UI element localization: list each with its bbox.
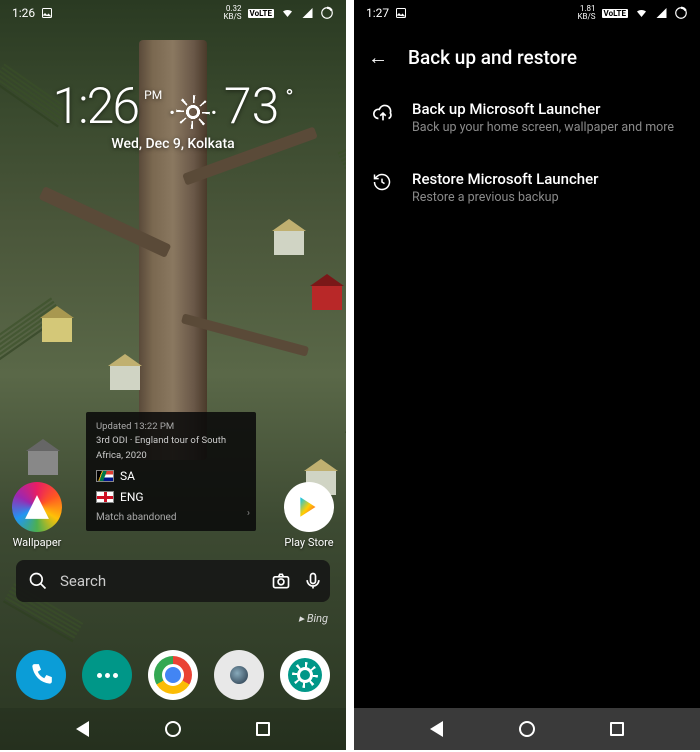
nav-home[interactable] [165, 721, 181, 737]
status-bar: 1:26 0.32KB/S VoLTE [0, 0, 346, 26]
wifi-icon [280, 7, 295, 19]
back-button[interactable]: ← [368, 45, 388, 70]
image-icon [41, 7, 53, 19]
match-status: Match abandoned [96, 510, 246, 525]
dock-chrome[interactable] [148, 650, 198, 700]
cloud-upload-icon [372, 102, 394, 137]
menu-sub: Back up your home screen, wallpaper and … [412, 120, 682, 137]
flag-eng-icon [96, 491, 114, 503]
date-location: Wed, Dec 9, Kolkata [0, 136, 346, 152]
app-dock [0, 644, 346, 706]
dock-messages[interactable] [82, 650, 132, 700]
menu-title: Back up Microsoft Launcher [412, 100, 682, 118]
nav-home[interactable] [519, 721, 535, 737]
data-speed: 0.32KB/S [223, 5, 241, 21]
app-bar: ← Back up and restore [354, 30, 700, 84]
nav-recents[interactable] [256, 722, 270, 736]
sun-icon [182, 101, 204, 123]
signal-icon [301, 7, 314, 19]
nav-back[interactable] [430, 721, 443, 737]
battery-icon [674, 6, 688, 20]
play-store-icon [284, 482, 334, 532]
search-bar[interactable] [16, 560, 330, 602]
nav-bar [0, 708, 346, 750]
status-time: 1:27 [366, 6, 389, 20]
wifi-icon [634, 7, 649, 19]
menu-title: Restore Microsoft Launcher [412, 170, 682, 188]
team-row-eng: ENG [96, 488, 246, 506]
menu-item-restore[interactable]: Restore Microsoft Launcher Restore a pre… [354, 158, 700, 219]
camera-icon[interactable] [271, 571, 291, 591]
cricket-score-card[interactable]: Updated 13:22 PM 3rd ODI · England tour … [86, 412, 256, 531]
volte-badge: VoLTE [602, 9, 628, 18]
nav-recents[interactable] [610, 722, 624, 736]
app-play-store[interactable]: Play Store [284, 482, 334, 549]
status-time: 1:26 [12, 6, 35, 20]
battery-icon [320, 6, 334, 20]
card-title: 3rd ODI · England tour of South Africa, … [96, 434, 246, 463]
signal-icon [655, 7, 668, 19]
nav-back[interactable] [76, 721, 89, 737]
app-wallpaper[interactable]: Wallpaper [12, 482, 62, 549]
flag-sa-icon [96, 470, 114, 482]
home-screen: 1:26 0.32KB/S VoLTE 1:26 PM · · 73 ° Wed… [0, 0, 346, 750]
menu-item-backup[interactable]: Back up Microsoft Launcher Back up your … [354, 88, 700, 149]
dock-camera[interactable] [214, 650, 264, 700]
clock-time: 1:26 [52, 78, 138, 136]
clock-weather-widget[interactable]: 1:26 PM · · 73 ° Wed, Dec 9, Kolkata [0, 78, 346, 152]
bing-label: ▸ Bing [299, 612, 328, 625]
data-speed: 1.81KB/S [577, 5, 595, 21]
status-bar: 1:27 1.81KB/S VoLTE [354, 0, 700, 26]
dock-phone[interactable] [16, 650, 66, 700]
settings-screen: 1:27 1.81KB/S VoLTE ← Back up and restor… [354, 0, 700, 750]
dock-settings[interactable] [280, 650, 330, 700]
chevron-right-icon: › [247, 505, 250, 521]
image-icon [395, 7, 407, 19]
page-title: Back up and restore [408, 46, 577, 69]
search-icon [28, 571, 48, 591]
volte-badge: VoLTE [248, 9, 274, 18]
clock-ampm: PM [144, 88, 162, 102]
menu-sub: Restore a previous backup [412, 190, 682, 207]
mic-icon[interactable] [303, 571, 323, 591]
history-icon [372, 172, 394, 207]
card-updated: Updated 13:22 PM [96, 420, 246, 434]
nav-bar [354, 708, 700, 750]
wallpaper-icon [12, 482, 62, 532]
temperature: 73 [224, 78, 279, 136]
search-input[interactable] [60, 572, 259, 590]
team-row-sa: SA [96, 467, 246, 485]
